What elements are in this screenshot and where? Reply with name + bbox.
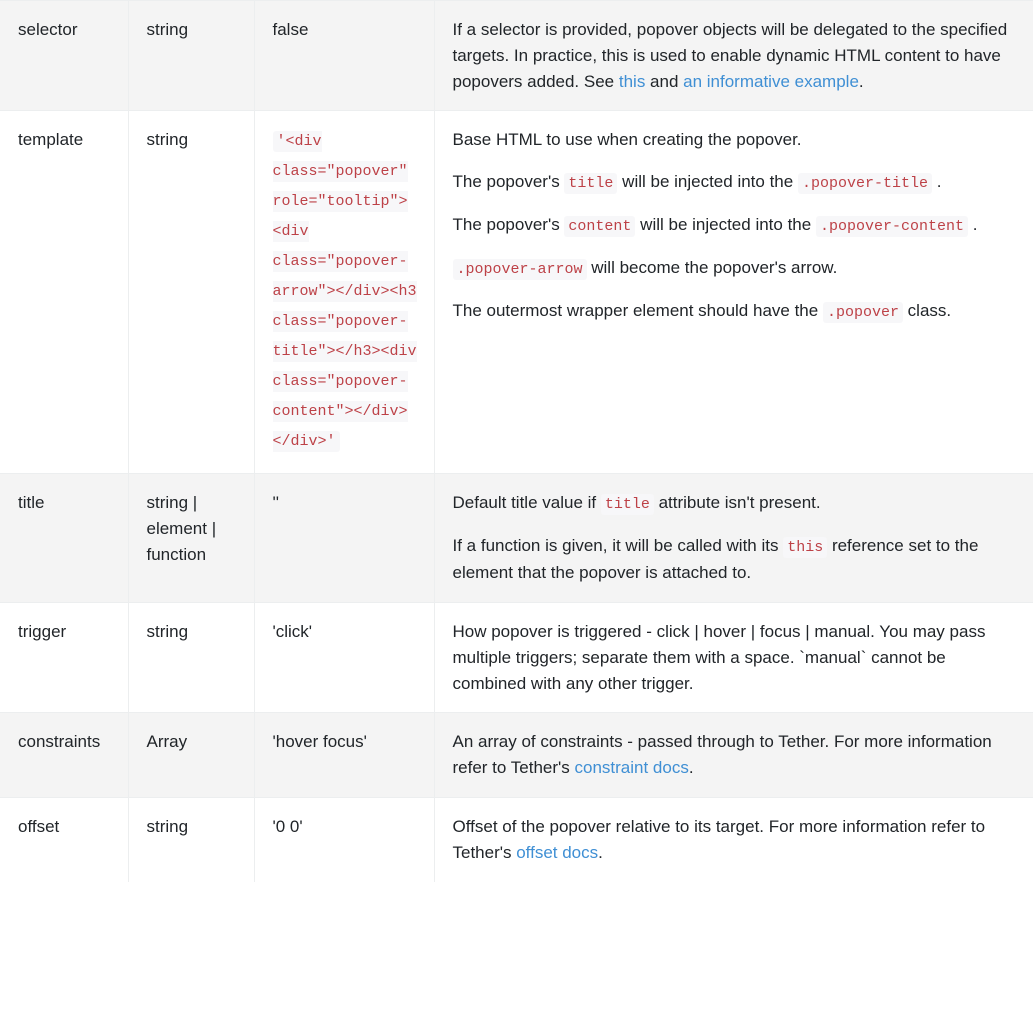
description-paragraph: Base HTML to use when creating the popov… — [453, 127, 1019, 153]
description-text: . — [967, 215, 978, 235]
table-row: constraints Array 'hover focus' An array… — [0, 712, 1033, 798]
description-text: will become the popover's arrow. — [586, 257, 838, 277]
description-paragraph: The outermost wrapper element should hav… — [453, 298, 1019, 325]
offset-docs-link[interactable]: offset docs — [516, 843, 598, 862]
constraint-docs-link[interactable]: constraint docs — [575, 758, 689, 777]
option-default: 'click' — [254, 601, 435, 713]
description-paragraph: If a selector is provided, popover objec… — [453, 17, 1019, 94]
option-type: Array — [128, 712, 255, 798]
description-paragraph: The popover's content will be injected i… — [453, 212, 1019, 239]
option-type: string — [128, 797, 255, 882]
informative-example-link[interactable]: an informative example — [683, 72, 859, 91]
inline-code: title — [564, 173, 618, 195]
option-name: title — [0, 473, 129, 603]
description-text: The popover's — [452, 215, 565, 235]
inline-code: .popover-title — [797, 173, 932, 195]
inline-code: title — [600, 494, 654, 516]
option-name: trigger — [0, 601, 129, 713]
description-text: Default title value if — [452, 493, 601, 513]
option-default: '<div class="popover" role="tooltip"><di… — [254, 110, 435, 474]
template-default-code: '<div class="popover" role="tooltip"><di… — [272, 131, 417, 453]
description-paragraph: If a function is given, it will be calle… — [453, 533, 1019, 586]
description-text: will be injected into the — [617, 172, 798, 192]
option-description: Base HTML to use when creating the popov… — [434, 110, 1033, 474]
inline-code: .popover-content — [815, 216, 968, 238]
table-row: template string '<div class="popover" ro… — [0, 110, 1033, 474]
option-description: How popover is triggered - click | hover… — [434, 601, 1033, 713]
description-paragraph: An array of constraints - passed through… — [453, 729, 1019, 781]
description-text: The popover's — [452, 172, 565, 192]
type-line: function — [146, 545, 207, 565]
option-default: '' — [254, 473, 435, 603]
description-paragraph: The popover's title will be injected int… — [453, 169, 1019, 196]
option-type: string | element | function — [128, 473, 255, 603]
description-text: will be injected into the — [635, 215, 816, 235]
description-paragraph: .popover-arrow will become the popover's… — [452, 255, 1019, 282]
description-text: attribute isn't present. — [653, 493, 821, 513]
description-text: . — [858, 71, 864, 91]
table-row: selector string false If a selector is p… — [0, 0, 1033, 111]
description-paragraph: Default title value if title attribute i… — [453, 490, 1019, 517]
description-text: . — [688, 758, 694, 778]
option-type: string — [128, 110, 255, 474]
table-row: title string | element | function '' Def… — [0, 473, 1033, 603]
description-text: . — [931, 172, 942, 192]
description-text: The outermost wrapper element should hav… — [452, 300, 823, 320]
option-type: string — [128, 0, 255, 111]
description-text: and — [645, 71, 684, 91]
inline-code: content — [564, 216, 636, 238]
description-text: If a function is given, it will be calle… — [452, 536, 784, 556]
type-line: string | — [146, 493, 198, 513]
description-text: Base HTML to use when creating the popov… — [452, 130, 802, 150]
option-description: Default title value if title attribute i… — [434, 473, 1033, 603]
this-link[interactable]: this — [619, 72, 645, 91]
option-description: An array of constraints - passed through… — [434, 712, 1033, 798]
option-name: constraints — [0, 712, 129, 798]
option-description: Offset of the popover relative to its ta… — [434, 797, 1033, 882]
description-paragraph: Offset of the popover relative to its ta… — [453, 814, 1019, 866]
popover-options-table: selector string false If a selector is p… — [0, 0, 1033, 882]
option-default: 'hover focus' — [254, 712, 435, 798]
option-name: selector — [0, 0, 129, 111]
option-name: template — [0, 110, 129, 474]
description-text: An array of constraints - passed through… — [452, 732, 992, 778]
option-default: false — [254, 0, 435, 111]
table-row: offset string '0 0' Offset of the popove… — [0, 797, 1033, 882]
description-text: . — [598, 842, 603, 862]
inline-code: .popover — [822, 301, 903, 323]
option-type: string — [128, 601, 255, 713]
option-name: offset — [0, 797, 129, 882]
description-text: class. — [902, 300, 952, 320]
option-description: If a selector is provided, popover objec… — [434, 0, 1033, 111]
inline-code: .popover-arrow — [452, 258, 587, 280]
inline-code: this — [783, 537, 828, 559]
table-row: trigger string 'click' How popover is tr… — [0, 601, 1033, 713]
type-line: element | — [146, 519, 217, 539]
option-default: '0 0' — [254, 797, 435, 882]
description-paragraph: How popover is triggered - click | hover… — [452, 621, 986, 693]
